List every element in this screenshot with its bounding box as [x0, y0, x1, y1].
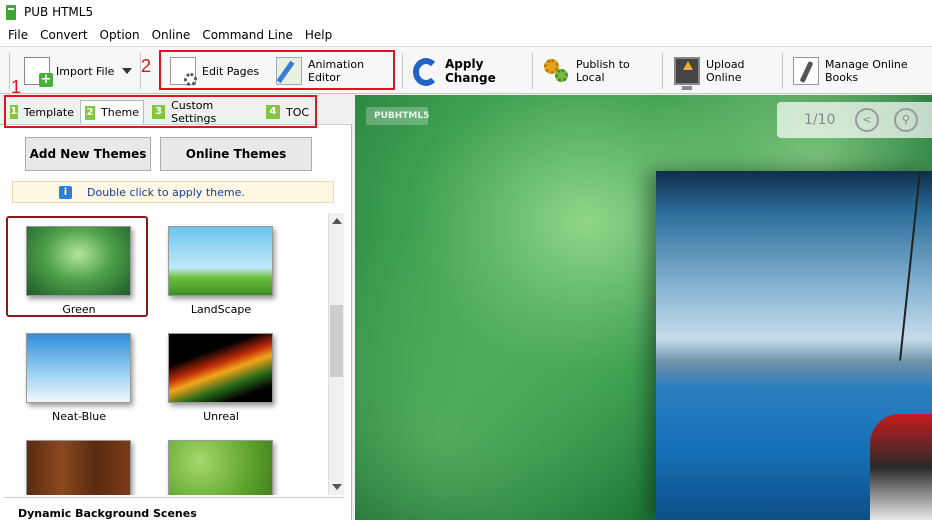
book-preview: PUBHTML5 1/10 < ⚲ [355, 95, 932, 520]
publish-local-button[interactable]: Publish to Local [544, 51, 654, 91]
import-file-label: Import File [56, 64, 115, 78]
toolbar-separator [662, 53, 663, 89]
import-file-button[interactable]: + Import File [24, 51, 134, 91]
gears-icon [544, 57, 570, 85]
book-page[interactable] [656, 171, 932, 520]
publish-local-label: Publish to Local [576, 58, 630, 84]
annotation-box-1 [4, 95, 317, 128]
app-icon [6, 4, 16, 20]
menu-help[interactable]: Help [301, 28, 336, 42]
theme-thumbnail [26, 440, 131, 495]
viewer-toolbar: 1/10 < ⚲ [777, 102, 932, 138]
theme-thumbnail [168, 333, 273, 403]
theme-label: Neat-Blue [52, 410, 106, 423]
left-panel: 1 Template 2 Theme 3 Custom Settings 4 T… [0, 95, 352, 520]
annotation-box-2 [159, 50, 395, 90]
apply-change-label: Apply Change [445, 57, 496, 85]
toolbar-separator [782, 53, 783, 89]
toolbar: + Import File 2 Edit Pages Animation Edi… [0, 46, 932, 94]
search-icon[interactable]: ⚲ [894, 108, 918, 132]
theme-label: LandScape [190, 303, 252, 316]
online-themes-button[interactable]: Online Themes [160, 137, 312, 171]
hint-text: Double click to apply theme. [87, 185, 245, 199]
upload-online-label: Upload Online [706, 58, 745, 84]
photo-mast [899, 171, 921, 361]
pubhtml5-logo: PUBHTML5 [366, 107, 430, 125]
toolbar-separator [532, 53, 533, 89]
annotation-number-1: 1 [11, 77, 22, 97]
menu-command-line[interactable]: Command Line [198, 28, 297, 42]
upload-online-button[interactable]: Upload Online [674, 51, 778, 91]
title-bar: PUB HTML5 [0, 0, 932, 24]
menu-option[interactable]: Option [96, 28, 144, 42]
page-indicator: 1/10 [804, 112, 836, 128]
theme-item-landscape[interactable]: LandScape [150, 218, 292, 318]
theme-thumbnail [168, 440, 273, 495]
toolbar-separator [402, 53, 403, 89]
import-file-icon: + [24, 57, 53, 87]
manage-online-books-label: Manage Online Books [825, 58, 908, 84]
theme-item-green-drops[interactable] [150, 432, 292, 495]
annotation-number-2: 2 [141, 56, 152, 76]
wrench-icon [793, 57, 819, 85]
menu-bar: File Convert Option Online Command Line … [0, 24, 932, 46]
add-new-themes-button[interactable]: Add New Themes [25, 137, 151, 171]
scrollbar-thumb[interactable] [330, 305, 343, 377]
chevron-down-icon[interactable] [122, 68, 133, 74]
menu-convert[interactable]: Convert [36, 28, 91, 42]
scroll-down-icon[interactable] [332, 484, 342, 490]
menu-online[interactable]: Online [148, 28, 195, 42]
theme-item-unreal[interactable]: Unreal [150, 325, 292, 425]
refresh-icon [413, 58, 439, 86]
theme-item-neat-blue[interactable]: Neat-Blue [8, 325, 150, 425]
theme-thumbnail [168, 226, 273, 296]
theme-list-scrollbar[interactable] [328, 213, 344, 495]
share-icon[interactable]: < [855, 108, 879, 132]
manage-online-books-button[interactable]: Manage Online Books [793, 51, 932, 91]
theme-label: Unreal [203, 410, 239, 423]
scroll-up-icon[interactable] [332, 218, 342, 224]
menu-file[interactable]: File [4, 28, 32, 42]
toolbar-grip [9, 53, 10, 89]
theme-thumbnail [26, 333, 131, 403]
window-title: PUB HTML5 [24, 5, 94, 19]
hint-bar: i Double click to apply theme. [12, 181, 334, 203]
theme-item-wood[interactable] [8, 432, 150, 495]
theme-selection-highlight [6, 216, 148, 317]
theme-list: Green LandScape Neat-Blue Unreal [0, 213, 328, 495]
upload-monitor-icon [674, 57, 700, 90]
logo-text: PUBHTML5 [374, 111, 430, 121]
dynamic-background-scenes-header[interactable]: Dynamic Background Scenes [4, 497, 344, 520]
info-icon: i [59, 186, 72, 199]
photo-person [870, 414, 932, 520]
apply-change-button[interactable]: Apply Change [413, 51, 523, 91]
